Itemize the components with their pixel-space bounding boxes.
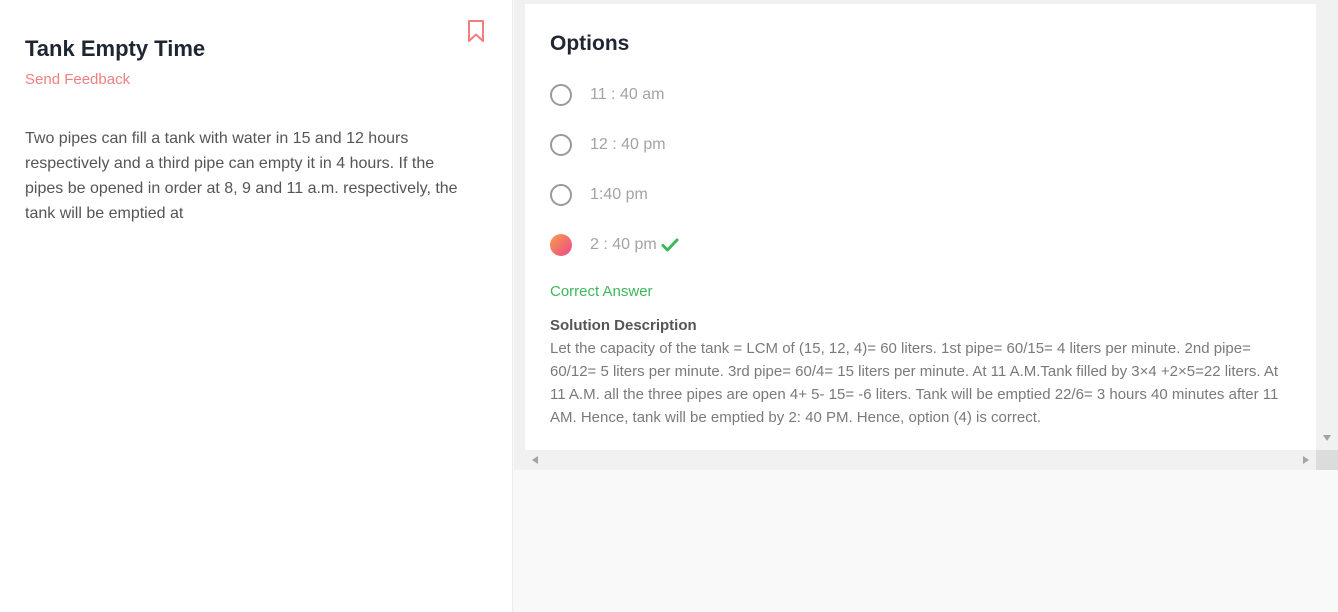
check-icon: [661, 238, 679, 252]
scroll-right-icon[interactable]: [1303, 456, 1309, 464]
options-area: Options 11 : 40 am 12 : 40 pm 1:40 pm 2 …: [514, 0, 1338, 612]
question-text: Two pipes can fill a tank with water in …: [25, 130, 458, 222]
vertical-scrollbar[interactable]: [1316, 0, 1338, 450]
solution-title: Solution Description: [550, 317, 697, 334]
radio-icon[interactable]: [550, 184, 572, 206]
send-feedback-link[interactable]: Send Feedback: [25, 71, 130, 88]
option-label: 11 : 40 am: [590, 86, 665, 103]
options-title: Options: [550, 32, 630, 55]
option-label: 1:40 pm: [590, 186, 648, 203]
option-1[interactable]: 11 : 40 am: [550, 82, 664, 108]
horizontal-scrollbar[interactable]: [525, 450, 1316, 470]
option-3[interactable]: 1:40 pm: [550, 182, 648, 208]
bookmark-icon[interactable]: [466, 19, 486, 43]
option-label: 2 : 40 pm: [590, 236, 657, 253]
scroll-left-icon[interactable]: [532, 456, 538, 464]
radio-icon[interactable]: [550, 84, 572, 106]
options-scroll-container: Options 11 : 40 am 12 : 40 pm 1:40 pm 2 …: [514, 0, 1338, 470]
radio-selected-icon[interactable]: [550, 234, 572, 256]
option-2[interactable]: 12 : 40 pm: [550, 132, 666, 158]
question-panel: Tank Empty Time Send Feedback Two pipes …: [0, 0, 513, 612]
radio-icon[interactable]: [550, 134, 572, 156]
scroll-down-icon[interactable]: [1323, 435, 1331, 441]
option-4[interactable]: 2 : 40 pm: [550, 232, 679, 258]
solution-text: Let the capacity of the tank = LCM of (1…: [550, 340, 1279, 426]
option-label: 12 : 40 pm: [590, 136, 666, 153]
question-title: Tank Empty Time: [25, 36, 206, 61]
scrollbar-corner: [1316, 450, 1338, 470]
options-card: Options 11 : 40 am 12 : 40 pm 1:40 pm 2 …: [525, 4, 1316, 450]
correct-answer-label: Correct Answer: [550, 283, 653, 300]
